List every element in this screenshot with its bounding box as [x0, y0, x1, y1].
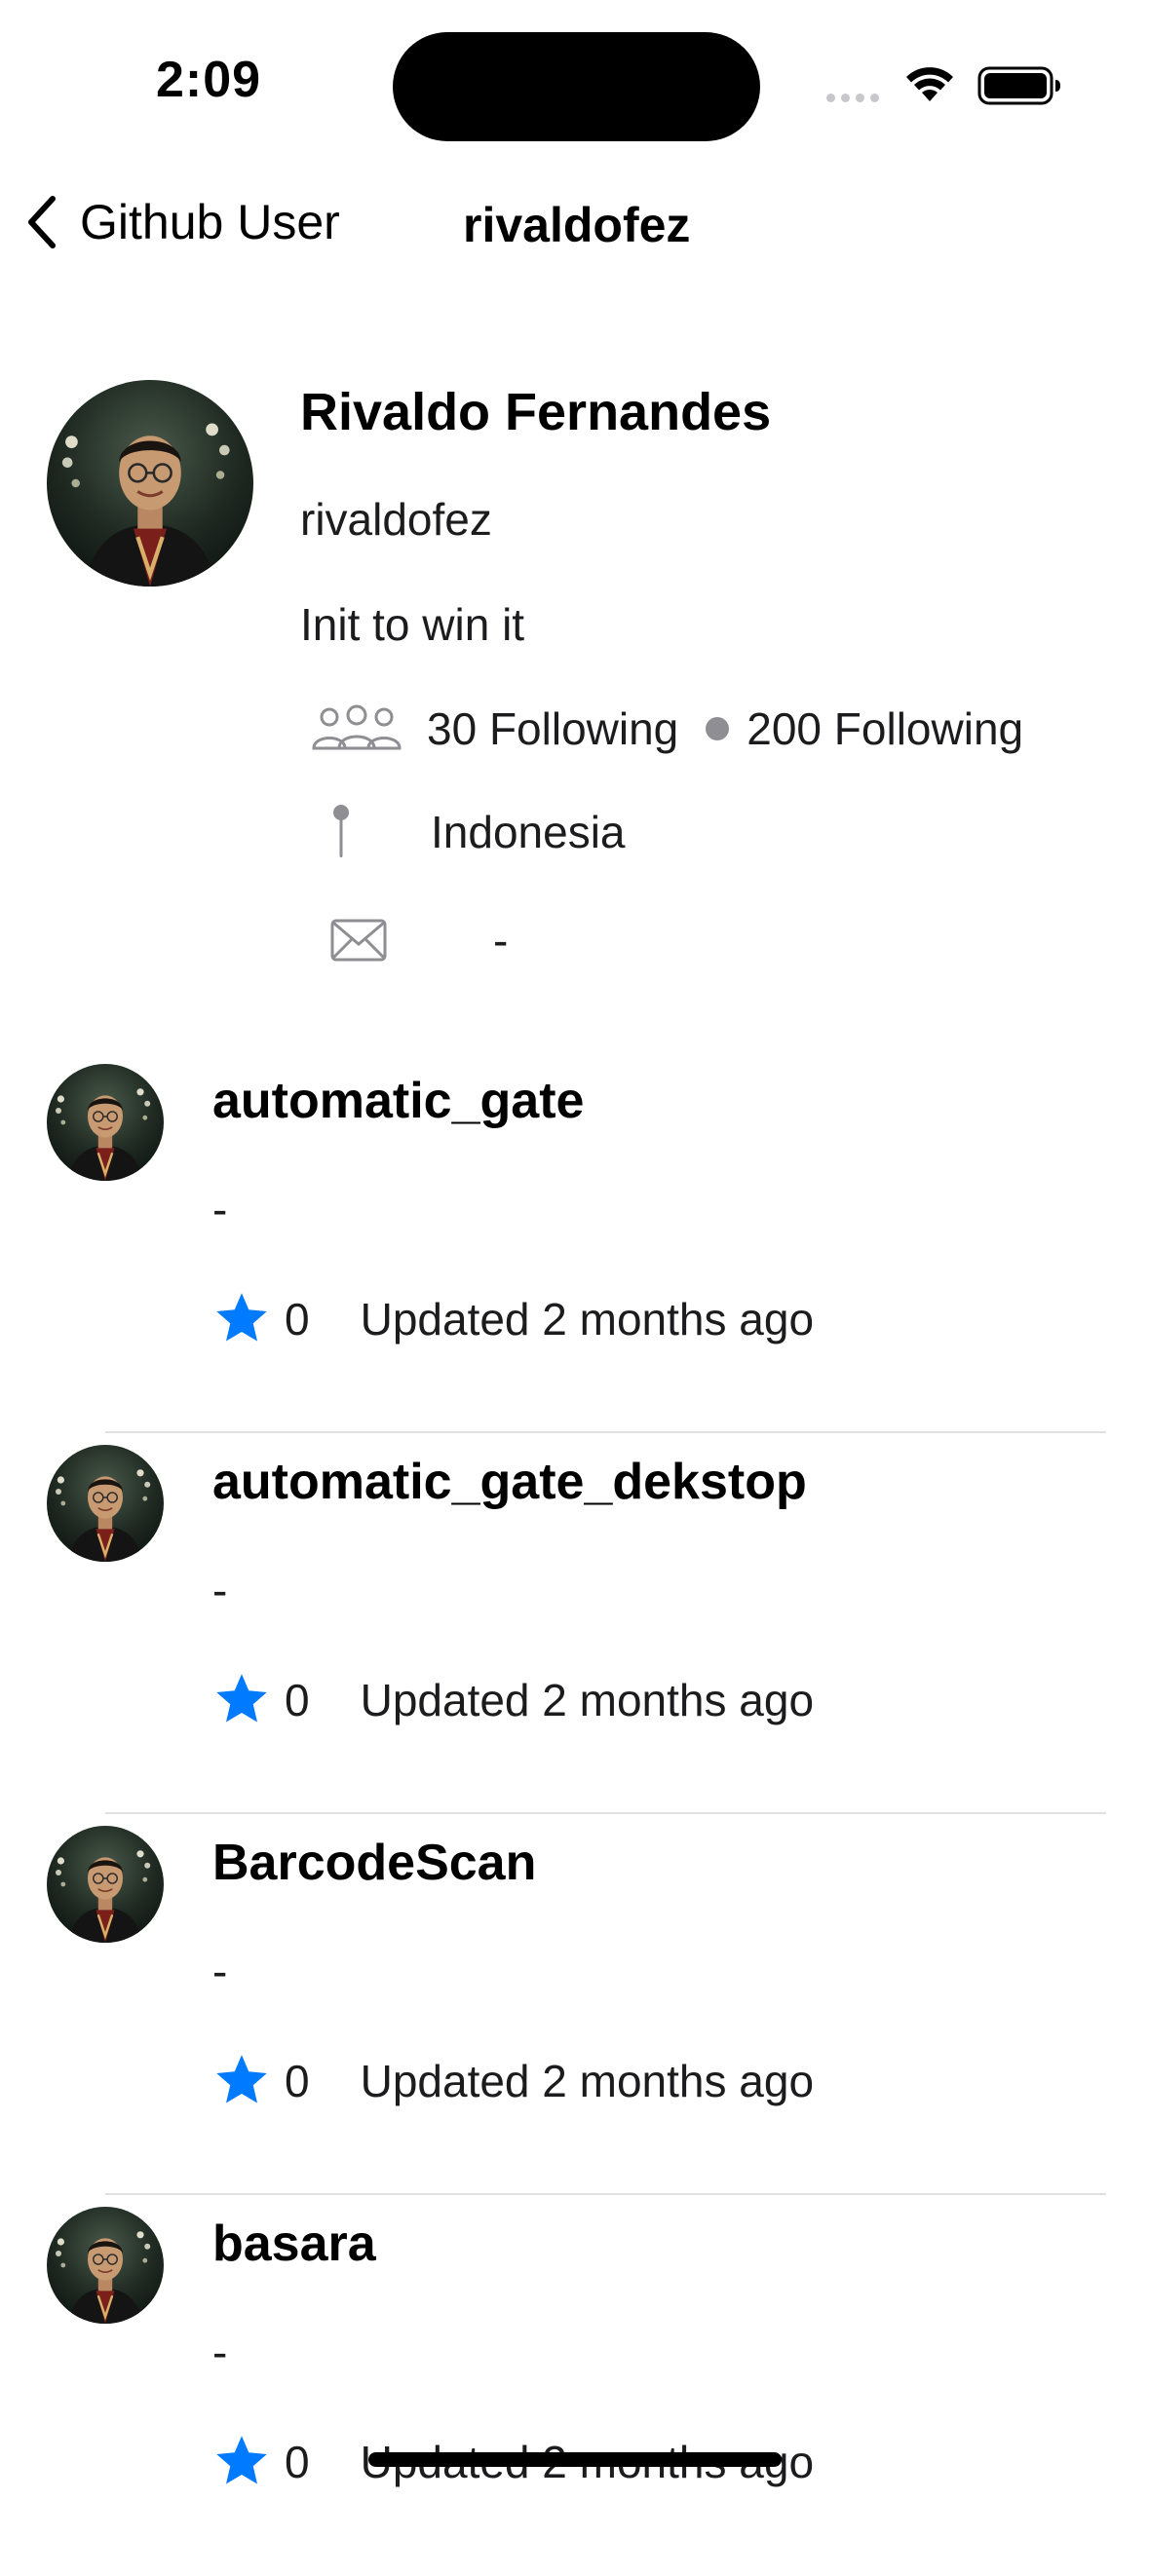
navigation-bar: Github User rivaldofez: [0, 175, 1149, 273]
repo-name: BarcodeScan: [212, 1835, 537, 1891]
list-item[interactable]: automatic_gate - 0 Updated 2 months ago: [0, 1052, 1149, 1433]
profile-bio: Init to win it: [300, 599, 525, 650]
status-time: 2:09: [156, 52, 262, 108]
star-count: 0: [285, 2437, 310, 2487]
profile-username: rivaldofez: [300, 494, 492, 545]
wifi-icon: [906, 67, 953, 101]
home-indicator[interactable]: [368, 2452, 782, 2467]
repo-meta: 0 Updated 2 months ago: [212, 1671, 814, 1729]
star-icon: [216, 1674, 267, 1723]
updated-text: Updated 2 months ago: [360, 1294, 815, 1345]
repository-list: automatic_gate - 0 Updated 2 months ago …: [0, 1052, 1149, 2576]
repo-meta: 0 Updated 2 months ago: [212, 2052, 814, 2110]
updated-text: Updated 2 months ago: [360, 2056, 815, 2106]
list-item[interactable]: BarcodeScan - 0 Updated 2 months ago: [0, 1814, 1149, 2195]
location-row: Indonesia: [329, 801, 626, 863]
repo-owner-avatar: [47, 2207, 164, 2324]
repo-description: -: [212, 1184, 228, 1234]
followers-count: 30 Following: [427, 703, 679, 754]
page-title: rivaldofez: [463, 198, 691, 252]
profile-avatar: [47, 380, 253, 587]
list-item[interactable]: basara - 0 Updated 2 months ago: [0, 2195, 1149, 2576]
back-button-label: Github User: [80, 195, 340, 249]
battery-icon: [977, 66, 1060, 105]
star-icon: [216, 1293, 267, 1342]
star-icon: [216, 2055, 267, 2103]
star-count: 0: [285, 1675, 310, 1725]
dynamic-island: [393, 32, 760, 141]
follow-stats: 30 Following 200 Following: [310, 700, 1023, 758]
profile-name: Rivaldo Fernandes: [300, 383, 772, 441]
location-text: Indonesia: [431, 807, 626, 857]
repo-owner-avatar: [47, 1064, 164, 1181]
updated-text: Updated 2 months ago: [360, 1675, 815, 1725]
star-count: 0: [285, 1294, 310, 1345]
cellular-signal-icon: [826, 94, 879, 102]
list-item[interactable]: automatic_gate_dekstop - 0 Updated 2 mon…: [0, 1433, 1149, 1814]
email-text: -: [493, 915, 509, 966]
chevron-left-icon: [28, 196, 56, 248]
repo-description: -: [212, 1946, 228, 1996]
separator-dot: [706, 717, 730, 740]
following-count: 200 Following: [747, 703, 1024, 754]
email-row: -: [329, 911, 508, 969]
repo-owner-avatar: [47, 1826, 164, 1943]
repo-name: basara: [212, 2216, 376, 2272]
repo-name: automatic_gate_dekstop: [212, 1454, 807, 1510]
status-bar: 2:09: [0, 0, 1149, 156]
back-button[interactable]: Github User: [21, 193, 340, 251]
repo-description: -: [212, 2327, 228, 2377]
star-count: 0: [285, 2056, 310, 2106]
envelope-icon: [330, 919, 387, 962]
star-icon: [216, 2436, 267, 2484]
people-icon: [312, 704, 402, 750]
repo-meta: 0 Updated 2 months ago: [212, 1290, 814, 1348]
repo-description: -: [212, 1565, 228, 1615]
repo-owner-avatar: [47, 1445, 164, 1562]
repo-name: automatic_gate: [212, 1073, 585, 1129]
pin-icon: [333, 805, 349, 857]
